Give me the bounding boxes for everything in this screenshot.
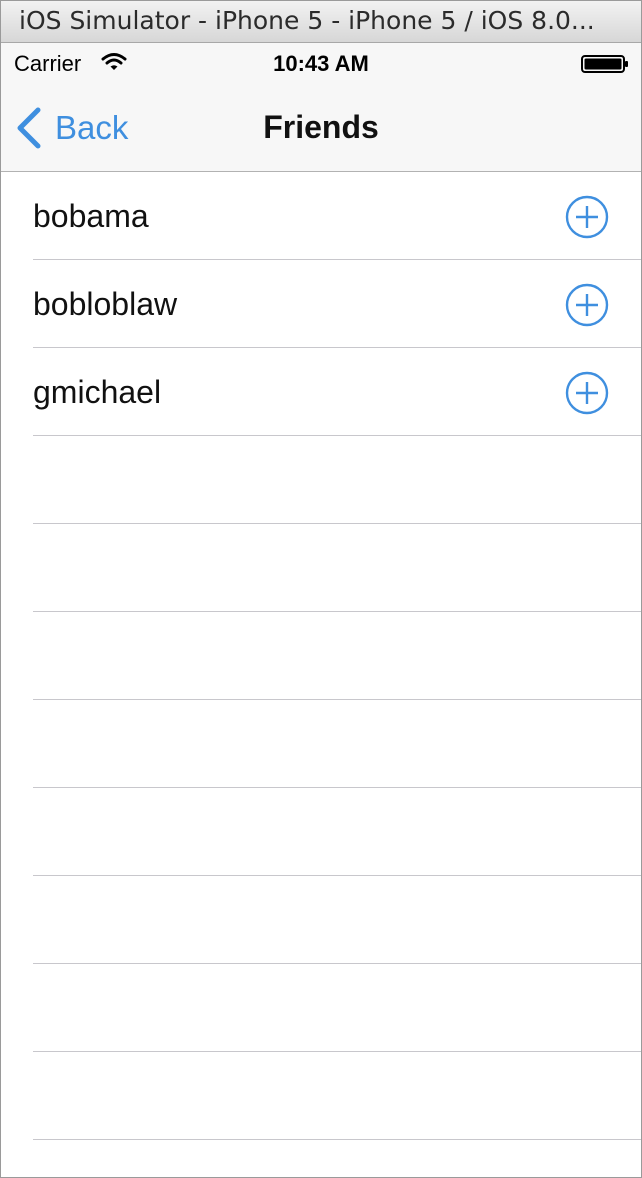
friend-username: bobama <box>33 198 149 234</box>
empty-row <box>1 700 641 788</box>
clock: 10:43 AM <box>273 51 369 76</box>
empty-row <box>1 1140 641 1177</box>
navigation-bar: Back Friends <box>1 83 641 172</box>
empty-row <box>1 524 641 612</box>
simulator-window: iOS Simulator - iPhone 5 - iPhone 5 / iO… <box>0 0 642 1178</box>
friend-username: bobloblaw <box>33 286 178 322</box>
battery-icon <box>581 55 628 73</box>
empty-row <box>1 1052 641 1140</box>
friends-table: bobama bobloblaw gmichael <box>1 172 641 1177</box>
friend-row[interactable]: bobama <box>1 172 641 260</box>
window-titlebar[interactable]: iOS Simulator - iPhone 5 - iPhone 5 / iO… <box>1 1 641 43</box>
add-circle-icon[interactable] <box>565 283 609 327</box>
status-bar: Carrier 10:43 AM <box>1 43 641 83</box>
friend-row[interactable]: bobloblaw <box>1 260 641 348</box>
friend-row[interactable]: gmichael <box>1 348 641 436</box>
window-title: iOS Simulator - iPhone 5 - iPhone 5 / iO… <box>19 6 595 35</box>
empty-row <box>1 436 641 524</box>
page-title: Friends <box>263 109 379 145</box>
add-circle-icon[interactable] <box>565 371 609 415</box>
empty-row <box>1 612 641 700</box>
add-circle-icon[interactable] <box>565 195 609 239</box>
empty-row <box>1 964 641 1052</box>
empty-row <box>1 876 641 964</box>
empty-row <box>1 788 641 876</box>
friend-username: gmichael <box>33 374 162 410</box>
